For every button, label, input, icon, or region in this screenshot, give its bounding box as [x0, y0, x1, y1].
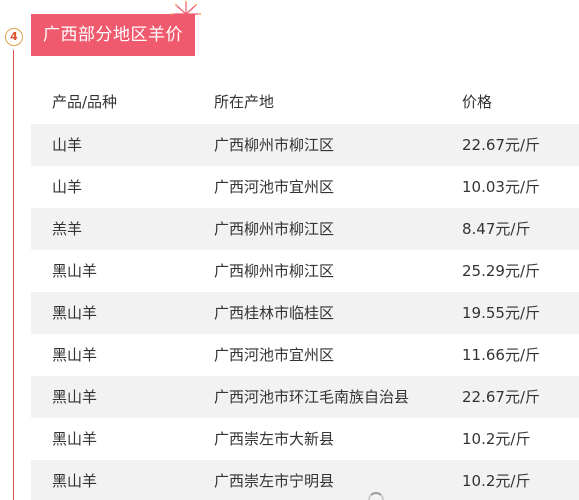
cell-product: 黑山羊 [52, 346, 98, 364]
cell-price: 25.29元/斤 [462, 262, 540, 280]
cell-price: 10.2元/斤 [462, 472, 531, 490]
step-number-badge: 4 [5, 28, 23, 46]
cell-location: 广西河池市环江毛南族自治县 [214, 388, 410, 406]
table-row: 黑山羊 广西河池市宜州区 11.66元/斤 [31, 334, 579, 376]
cell-location: 广西崇左市大新县 [214, 430, 335, 448]
table-row: 山羊 广西河池市宜州区 10.03元/斤 [31, 166, 579, 208]
cell-price: 19.55元/斤 [462, 304, 540, 322]
cell-location: 广西柳州市柳江区 [214, 136, 335, 154]
cell-location: 广西柳州市柳江区 [214, 220, 335, 238]
cell-location: 广西柳州市柳江区 [214, 262, 335, 280]
cell-location: 广西崇左市宁明县 [214, 472, 335, 490]
cell-price: 10.03元/斤 [462, 178, 540, 196]
cell-location: 广西河池市宜州区 [214, 346, 335, 364]
cell-product: 山羊 [52, 178, 83, 196]
firework-icon [171, 1, 201, 23]
price-table: 产品/品种 所在产地 价格 山羊 广西柳州市柳江区 22.67元/斤 山羊 广西… [31, 80, 579, 500]
table-row: 黑山羊 广西柳州市柳江区 25.29元/斤 [31, 250, 579, 292]
cell-price: 10.2元/斤 [462, 430, 531, 448]
cell-price: 8.47元/斤 [462, 220, 531, 238]
table-row: 黑山羊 广西崇左市大新县 10.2元/斤 [31, 418, 579, 460]
cell-location: 广西河池市宜州区 [214, 178, 335, 196]
cell-location: 广西桂林市临桂区 [214, 304, 335, 322]
table-row: 羔羊 广西柳州市柳江区 8.47元/斤 [31, 208, 579, 250]
cell-product: 黑山羊 [52, 388, 98, 406]
table-header-row: 产品/品种 所在产地 价格 [31, 80, 579, 124]
table-row: 黑山羊 广西崇左市宁明县 10.2元/斤 [31, 460, 579, 500]
header-location: 所在产地 [214, 93, 275, 111]
cell-product: 黑山羊 [52, 262, 98, 280]
cell-product: 黑山羊 [52, 472, 98, 490]
cell-product: 黑山羊 [52, 304, 98, 322]
cell-price: 22.67元/斤 [462, 136, 540, 154]
table-row: 黑山羊 广西河池市环江毛南族自治县 22.67元/斤 [31, 376, 579, 418]
article-section: 4 广西部分地区羊价 产品/品种 所在产地 价格 山羊 广西柳州市柳江区 22.… [0, 0, 579, 500]
table-row: 黑山羊 广西桂林市临桂区 19.55元/斤 [31, 292, 579, 334]
cell-price: 22.67元/斤 [462, 388, 540, 406]
cell-product: 山羊 [52, 136, 83, 154]
cell-product: 黑山羊 [52, 430, 98, 448]
table-row: 山羊 广西柳州市柳江区 22.67元/斤 [31, 124, 579, 166]
header-product: 产品/品种 [52, 93, 118, 111]
cell-product: 羔羊 [52, 220, 83, 238]
header-price: 价格 [462, 93, 493, 111]
timeline-line [13, 50, 14, 500]
cell-price: 11.66元/斤 [462, 346, 540, 364]
